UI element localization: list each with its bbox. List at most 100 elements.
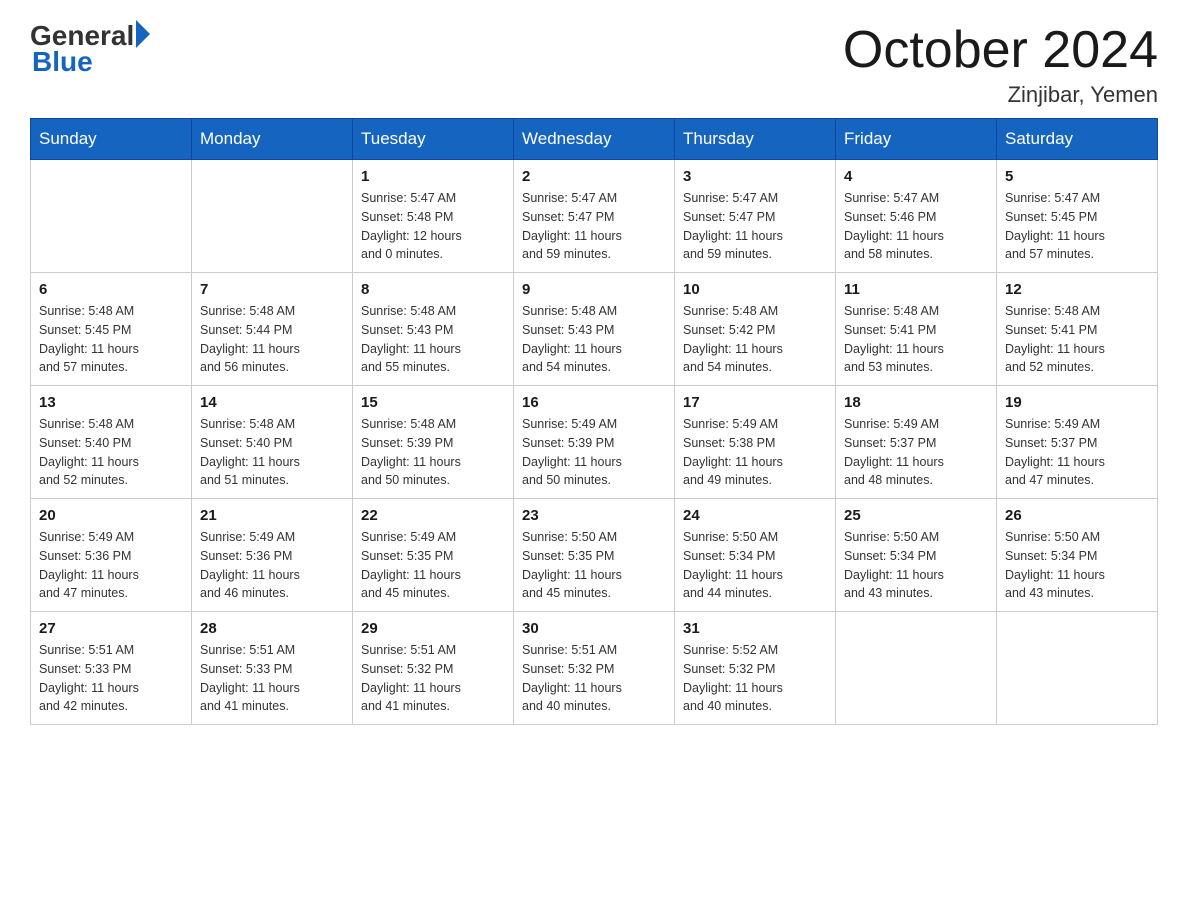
weekday-header: Saturday — [997, 119, 1158, 160]
calendar-cell: 16Sunrise: 5:49 AM Sunset: 5:39 PM Dayli… — [514, 386, 675, 499]
day-info: Sunrise: 5:50 AM Sunset: 5:35 PM Dayligh… — [522, 528, 666, 603]
day-info: Sunrise: 5:48 AM Sunset: 5:40 PM Dayligh… — [39, 415, 183, 490]
calendar-cell: 3 Sunrise: 5:47 AM Sunset: 5:47 PM Daylig… — [675, 160, 836, 273]
calendar-cell: 31 Sunrise: 5:52 AM Sunset: 5:32 PM Dayli… — [675, 612, 836, 725]
day-info: Sunrise: 5:50 AM Sunset: 5:34 PM Dayligh… — [683, 528, 827, 603]
day-info: Sunrise: 5:48 AM Sunset: 5:39 PM Dayligh… — [361, 415, 505, 490]
calendar-cell: 8Sunrise: 5:48 AM Sunset: 5:43 PM Daylig… — [353, 273, 514, 386]
logo: General Blue — [30, 20, 150, 78]
day-number: 11 — [844, 281, 988, 298]
day-number: 1 — [361, 168, 505, 185]
calendar-cell: 14 Sunrise: 5:48 AM Sunset: 5:40 PM Dayli… — [192, 386, 353, 499]
logo-blue-text: Blue — [32, 46, 93, 78]
day-number: 2 — [522, 168, 666, 185]
calendar-cell: 22 Sunrise: 5:49 AM Sunset: 5:35 PM Dayli… — [353, 499, 514, 612]
day-info: Sunrise: 5:49 AM Sunset: 5:38 PM Dayligh… — [683, 415, 827, 490]
calendar-cell: 24Sunrise: 5:50 AM Sunset: 5:34 PM Dayli… — [675, 499, 836, 612]
calendar-cell: 18Sunrise: 5:49 AM Sunset: 5:37 PM Dayli… — [836, 386, 997, 499]
day-info: Sunrise: 5:52 AM Sunset: 5:32 PM Dayligh… — [683, 641, 827, 716]
day-info: Sunrise: 5:50 AM Sunset: 5:34 PM Dayligh… — [844, 528, 988, 603]
day-info: Sunrise: 5:49 AM Sunset: 5:35 PM Dayligh… — [361, 528, 505, 603]
day-number: 14 — [200, 394, 344, 411]
day-info: Sunrise: 5:51 AM Sunset: 5:32 PM Dayligh… — [361, 641, 505, 716]
calendar-week-row: 27Sunrise: 5:51 AM Sunset: 5:33 PM Dayli… — [31, 612, 1158, 725]
weekday-header: Thursday — [675, 119, 836, 160]
day-info: Sunrise: 5:47 AM Sunset: 5:48 PM Dayligh… — [361, 189, 505, 264]
calendar-cell: 19 Sunrise: 5:49 AM Sunset: 5:37 PM Dayli… — [997, 386, 1158, 499]
calendar-cell — [192, 160, 353, 273]
calendar-cell: 9 Sunrise: 5:48 AM Sunset: 5:43 PM Daylig… — [514, 273, 675, 386]
day-info: Sunrise: 5:47 AM Sunset: 5:47 PM Dayligh… — [683, 189, 827, 264]
day-number: 19 — [1005, 394, 1149, 411]
calendar-cell: 10Sunrise: 5:48 AM Sunset: 5:42 PM Dayli… — [675, 273, 836, 386]
calendar-cell: 5Sunrise: 5:47 AM Sunset: 5:45 PM Daylig… — [997, 160, 1158, 273]
calendar-week-row: 6 Sunrise: 5:48 AM Sunset: 5:45 PM Daylig… — [31, 273, 1158, 386]
calendar-cell: 21 Sunrise: 5:49 AM Sunset: 5:36 PM Dayli… — [192, 499, 353, 612]
calendar-cell — [836, 612, 997, 725]
page-header: General Blue October 2024 Zinjibar, Yeme… — [30, 20, 1158, 108]
day-info: Sunrise: 5:48 AM Sunset: 5:43 PM Dayligh… — [522, 302, 666, 377]
logo-arrow-icon — [136, 20, 150, 48]
calendar-cell: 23 Sunrise: 5:50 AM Sunset: 5:35 PM Dayli… — [514, 499, 675, 612]
day-number: 31 — [683, 620, 827, 637]
day-info: Sunrise: 5:48 AM Sunset: 5:45 PM Dayligh… — [39, 302, 183, 377]
day-number: 20 — [39, 507, 183, 524]
day-number: 3 — [683, 168, 827, 185]
day-number: 21 — [200, 507, 344, 524]
day-info: Sunrise: 5:50 AM Sunset: 5:34 PM Dayligh… — [1005, 528, 1149, 603]
day-number: 23 — [522, 507, 666, 524]
weekday-header: Sunday — [31, 119, 192, 160]
day-info: Sunrise: 5:47 AM Sunset: 5:46 PM Dayligh… — [844, 189, 988, 264]
calendar-cell: 4 Sunrise: 5:47 AM Sunset: 5:46 PM Daylig… — [836, 160, 997, 273]
day-info: Sunrise: 5:51 AM Sunset: 5:32 PM Dayligh… — [522, 641, 666, 716]
calendar-week-row: 13Sunrise: 5:48 AM Sunset: 5:40 PM Dayli… — [31, 386, 1158, 499]
location-text: Zinjibar, Yemen — [843, 82, 1158, 108]
day-info: Sunrise: 5:47 AM Sunset: 5:47 PM Dayligh… — [522, 189, 666, 264]
weekday-header: Friday — [836, 119, 997, 160]
calendar-cell: 20Sunrise: 5:49 AM Sunset: 5:36 PM Dayli… — [31, 499, 192, 612]
day-number: 30 — [522, 620, 666, 637]
day-number: 22 — [361, 507, 505, 524]
weekday-header: Wednesday — [514, 119, 675, 160]
calendar-cell: 7 Sunrise: 5:48 AM Sunset: 5:44 PM Daylig… — [192, 273, 353, 386]
calendar-header: SundayMondayTuesdayWednesdayThursdayFrid… — [31, 119, 1158, 160]
weekday-header: Tuesday — [353, 119, 514, 160]
calendar-cell: 2 Sunrise: 5:47 AM Sunset: 5:47 PM Daylig… — [514, 160, 675, 273]
weekday-header: Monday — [192, 119, 353, 160]
calendar-cell: 28Sunrise: 5:51 AM Sunset: 5:33 PM Dayli… — [192, 612, 353, 725]
day-number: 17 — [683, 394, 827, 411]
calendar-week-row: 1 Sunrise: 5:47 AM Sunset: 5:48 PM Daylig… — [31, 160, 1158, 273]
calendar-cell: 13Sunrise: 5:48 AM Sunset: 5:40 PM Dayli… — [31, 386, 192, 499]
day-number: 18 — [844, 394, 988, 411]
calendar-cell — [997, 612, 1158, 725]
calendar-week-row: 20 Sunrise: 5:49 AM Sunset: 5:36 PM Dayli… — [31, 499, 1158, 612]
calendar-cell: 26 Sunrise: 5:50 AM Sunset: 5:34 PM Dayli… — [997, 499, 1158, 612]
day-number: 6 — [39, 281, 183, 298]
day-number: 5 — [1005, 168, 1149, 185]
day-info: Sunrise: 5:48 AM Sunset: 5:41 PM Dayligh… — [1005, 302, 1149, 377]
calendar-cell: 17 Sunrise: 5:49 AM Sunset: 5:38 PM Dayli… — [675, 386, 836, 499]
day-number: 25 — [844, 507, 988, 524]
calendar-cell: 11 Sunrise: 5:48 AM Sunset: 5:41 PM Dayli… — [836, 273, 997, 386]
day-info: Sunrise: 5:48 AM Sunset: 5:41 PM Dayligh… — [844, 302, 988, 377]
day-number: 7 — [200, 281, 344, 298]
day-number: 29 — [361, 620, 505, 637]
month-title: October 2024 — [843, 20, 1158, 80]
day-info: Sunrise: 5:49 AM Sunset: 5:36 PM Dayligh… — [200, 528, 344, 603]
day-number: 8 — [361, 281, 505, 298]
day-number: 26 — [1005, 507, 1149, 524]
day-number: 15 — [361, 394, 505, 411]
day-info: Sunrise: 5:48 AM Sunset: 5:44 PM Dayligh… — [200, 302, 344, 377]
day-number: 28 — [200, 620, 344, 637]
calendar-cell: 1 Sunrise: 5:47 AM Sunset: 5:48 PM Daylig… — [353, 160, 514, 273]
day-number: 12 — [1005, 281, 1149, 298]
day-number: 4 — [844, 168, 988, 185]
day-number: 10 — [683, 281, 827, 298]
day-info: Sunrise: 5:49 AM Sunset: 5:39 PM Dayligh… — [522, 415, 666, 490]
calendar-cell: 30 Sunrise: 5:51 AM Sunset: 5:32 PM Dayli… — [514, 612, 675, 725]
day-number: 9 — [522, 281, 666, 298]
calendar-cell: 25 Sunrise: 5:50 AM Sunset: 5:34 PM Dayli… — [836, 499, 997, 612]
day-info: Sunrise: 5:48 AM Sunset: 5:40 PM Dayligh… — [200, 415, 344, 490]
day-info: Sunrise: 5:49 AM Sunset: 5:37 PM Dayligh… — [1005, 415, 1149, 490]
calendar-cell: 12 Sunrise: 5:48 AM Sunset: 5:41 PM Dayli… — [997, 273, 1158, 386]
